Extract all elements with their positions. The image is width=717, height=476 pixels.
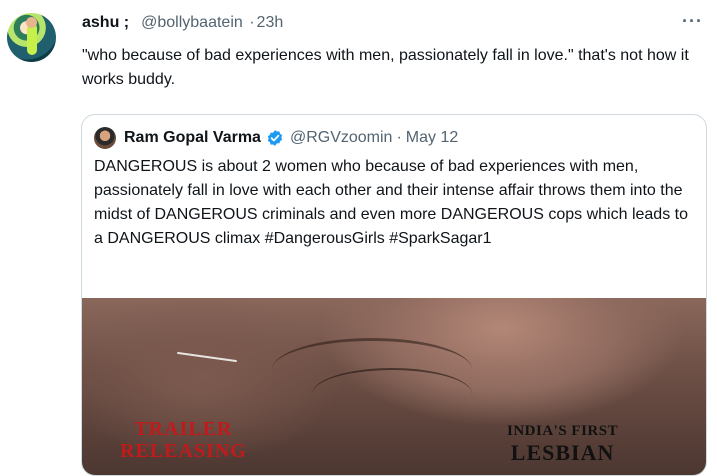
quoted-author-handle: @RGVzoomin [289, 129, 393, 146]
trailer-line-2: RELEASING [120, 440, 247, 462]
more-horizontal-icon[interactable]: ··· [682, 11, 703, 32]
quoted-tweet[interactable]: Ram Gopal Varma @RGVzoomin · May 12 DANG… [81, 114, 707, 476]
quoted-tweet-media[interactable]: TRAILER RELEASING INDIA'S FIRST LESBIAN [82, 298, 706, 475]
separator-dot: · [249, 14, 255, 31]
author-handle[interactable]: @bollybaatein [141, 14, 243, 31]
separator-dot: · [396, 129, 402, 146]
quoted-author-name: Ram Gopal Varma [124, 129, 261, 146]
hairpin-detail [177, 351, 237, 363]
tweet-time[interactable]: 23h [257, 14, 284, 31]
tweet-text: "who because of bad experiences with men… [82, 47, 689, 88]
badge-line-2: LESBIAN [510, 440, 615, 465]
poster-badge-caption: INDIA'S FIRST LESBIAN [507, 423, 618, 466]
quoted-tweet-text: DANGEROUS is about 2 women who because o… [94, 158, 688, 247]
trailer-caption: TRAILER RELEASING [120, 418, 247, 462]
hair-detail [312, 368, 472, 420]
trailer-line-1: TRAILER [134, 418, 233, 440]
author-avatar[interactable] [7, 13, 56, 62]
tweet-header: ashu ; @bollybaatein · 23h [82, 14, 283, 32]
badge-line-1: INDIA'S FIRST [507, 423, 619, 439]
quoted-tweet-date: May 12 [405, 129, 459, 146]
quoted-tweet-header: Ram Gopal Varma @RGVzoomin · May 12 [94, 127, 458, 149]
verified-badge-icon [267, 130, 283, 146]
avatar-head [26, 17, 37, 28]
author-name[interactable]: ashu ; [82, 14, 129, 31]
quoted-author-avatar [94, 127, 116, 149]
